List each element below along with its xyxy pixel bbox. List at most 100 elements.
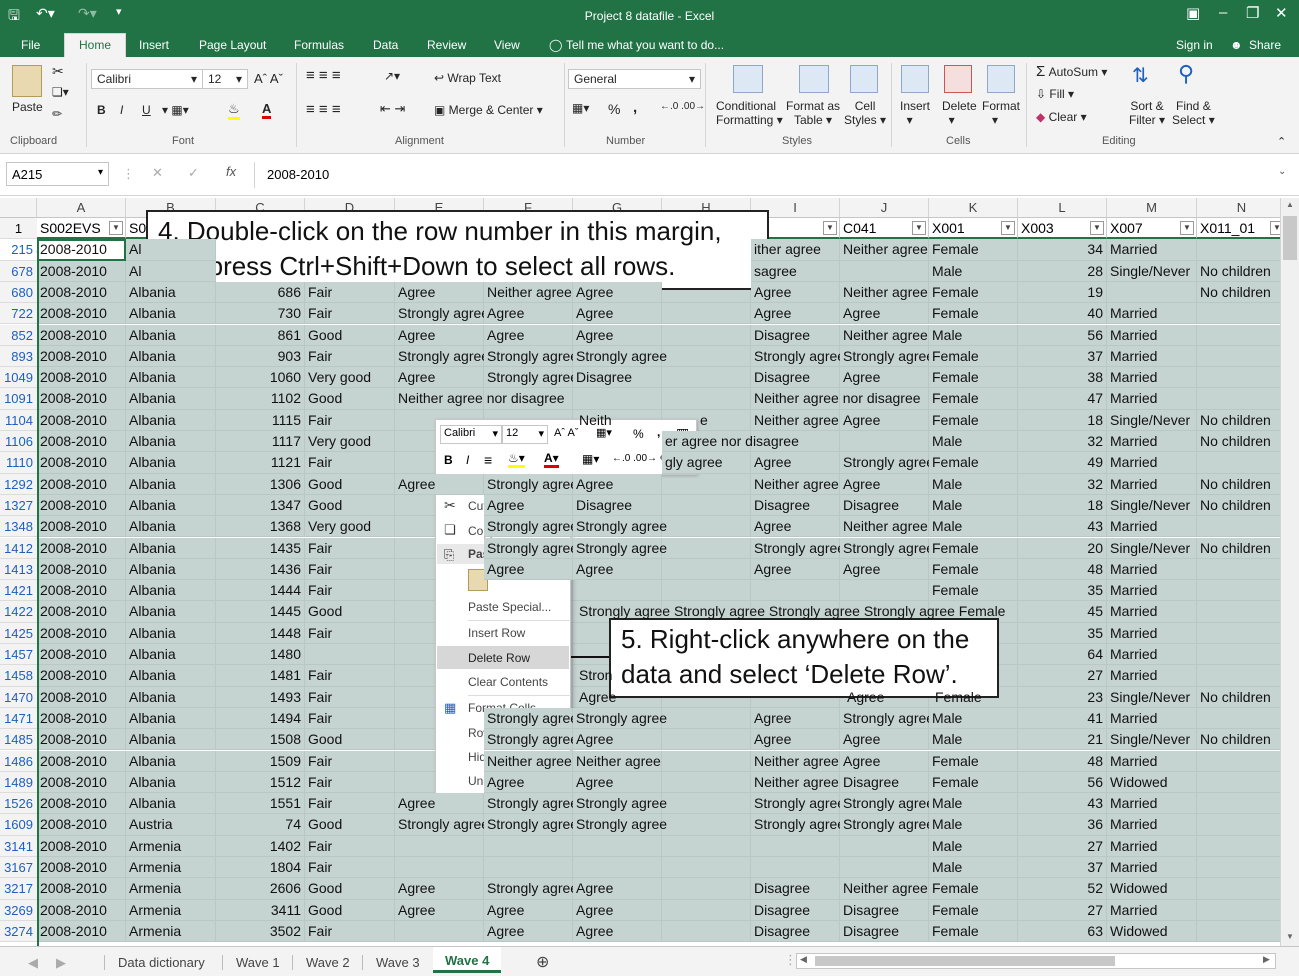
find-select-button[interactable]: Find & Select ▾ xyxy=(1172,99,1215,127)
mini-font-grow-icon[interactable]: Aˆ Aˇ xyxy=(554,427,578,439)
copy-icon[interactable]: ❏▾ xyxy=(52,85,69,99)
table-cell[interactable]: 1060 xyxy=(216,367,305,389)
table-cell[interactable]: Female xyxy=(929,920,1018,943)
table-cell[interactable]: Neither agree xyxy=(840,239,929,261)
table-cell[interactable]: Female xyxy=(929,452,1018,474)
table-cell[interactable] xyxy=(484,835,573,857)
scroll-right-icon[interactable]: ▶ xyxy=(1263,954,1270,965)
table-cell[interactable] xyxy=(1197,580,1280,602)
table-cell[interactable]: Married xyxy=(1107,899,1197,921)
table-cell[interactable]: Disagree xyxy=(573,494,662,517)
table-cell[interactable]: Albania xyxy=(126,473,216,495)
table-cell[interactable]: Married xyxy=(1107,473,1197,495)
table-cell[interactable]: Albania xyxy=(126,388,216,410)
table-cell[interactable]: Agree xyxy=(573,878,662,900)
table-cell[interactable]: 2008-2010 xyxy=(37,580,126,602)
table-cell[interactable]: No children xyxy=(1197,281,1280,304)
fill-color-icon[interactable]: ♨ xyxy=(228,101,240,120)
table-cell[interactable]: Disagree xyxy=(840,899,929,921)
table-cell[interactable] xyxy=(573,580,662,602)
table-cell[interactable]: Agree xyxy=(484,558,573,581)
table-cell[interactable] xyxy=(1197,239,1280,261)
table-cell[interactable]: Male xyxy=(929,494,1018,517)
row-number[interactable]: 1470 xyxy=(0,686,37,708)
table-cell[interactable]: Strongly agree xyxy=(573,707,667,730)
table-cell[interactable]: Male xyxy=(929,260,1018,282)
table-cell[interactable]: Agree xyxy=(573,281,662,304)
table-cell[interactable] xyxy=(662,878,751,900)
table-cell[interactable]: 2606 xyxy=(216,878,305,900)
table-cell[interactable] xyxy=(573,388,662,410)
formula-input[interactable]: 2008-2010 xyxy=(254,162,1294,188)
row-number[interactable]: 1421 xyxy=(0,580,37,602)
table-cell[interactable] xyxy=(573,835,662,857)
scroll-left-icon[interactable]: ◀ xyxy=(800,954,807,965)
table-cell[interactable]: 3502 xyxy=(216,920,305,943)
table-cell[interactable]: Married xyxy=(1107,239,1197,261)
table-cell[interactable]: 37 xyxy=(1018,857,1107,879)
table-cell[interactable]: Strongly agree xyxy=(395,814,489,836)
table-cell[interactable]: Albania xyxy=(126,324,216,346)
table-cell[interactable]: 2008-2010 xyxy=(37,409,126,431)
scroll-up-icon[interactable]: ▲ xyxy=(1286,200,1294,209)
table-cell[interactable]: Agree xyxy=(840,473,929,495)
table-cell[interactable]: Agree xyxy=(573,303,662,325)
table-cell[interactable]: Strongly agree xyxy=(484,345,578,368)
insert-cells-icon[interactable] xyxy=(901,65,929,93)
table-cell[interactable]: 2008-2010 xyxy=(37,857,126,879)
table-cell[interactable]: Austria xyxy=(126,814,216,836)
table-cell[interactable]: 2008-2010 xyxy=(37,920,126,943)
font-color-icon[interactable]: A xyxy=(262,101,272,119)
table-cell[interactable]: Albania xyxy=(126,686,216,708)
table-cell[interactable]: Neither agree xyxy=(484,750,573,772)
row-number[interactable]: 215 xyxy=(0,239,37,261)
table-cell[interactable]: 1494 xyxy=(216,707,305,730)
table-cell[interactable]: 18 xyxy=(1018,409,1107,431)
table-cell[interactable] xyxy=(662,345,751,368)
table-cell[interactable] xyxy=(662,835,751,857)
row-number[interactable]: 1422 xyxy=(0,601,37,623)
table-cell[interactable] xyxy=(662,750,751,772)
table-cell[interactable]: Male xyxy=(929,516,1018,538)
table-cell[interactable]: No children xyxy=(1197,431,1280,453)
table-cell[interactable]: Agree xyxy=(573,771,662,794)
table-cell[interactable] xyxy=(840,857,929,879)
table-cell[interactable]: 35 xyxy=(1018,580,1107,602)
decimal-icon[interactable]: ←.0 .00→ xyxy=(660,101,705,112)
table-cell[interactable]: Armenia xyxy=(126,899,216,921)
filter-dropdown-icon[interactable]: ▼ xyxy=(1180,221,1194,235)
column-header-a[interactable]: A xyxy=(37,198,126,218)
format-painter-icon[interactable]: ✏ xyxy=(52,107,62,121)
table-cell[interactable]: Strongly agree xyxy=(840,345,934,368)
table-cell[interactable]: Agree xyxy=(751,452,840,474)
table-cell[interactable] xyxy=(1197,516,1280,538)
table-cell[interactable] xyxy=(840,260,929,282)
table-cell[interactable]: Armenia xyxy=(126,835,216,857)
table-cell[interactable] xyxy=(1107,281,1197,304)
table-cell[interactable]: 2008-2010 xyxy=(37,558,126,581)
table-cell[interactable]: 2008-2010 xyxy=(37,516,126,538)
table-cell[interactable]: Fair xyxy=(305,281,395,304)
table-cell[interactable] xyxy=(662,388,751,410)
table-cell[interactable]: Married xyxy=(1107,516,1197,538)
table-cell[interactable] xyxy=(840,835,929,857)
table-cell[interactable] xyxy=(1197,771,1280,794)
table-cell[interactable]: Neither agree xyxy=(484,281,573,304)
table-cell[interactable]: Agree xyxy=(840,367,929,389)
row-number[interactable]: 1104 xyxy=(0,409,37,431)
table-cell[interactable]: Female xyxy=(929,771,1018,794)
table-cell[interactable]: 1444 xyxy=(216,580,305,602)
filter-header-cell[interactable]: X003 ▼ xyxy=(1018,218,1107,240)
table-cell[interactable] xyxy=(1197,303,1280,325)
table-cell[interactable]: 47 xyxy=(1018,388,1107,410)
table-cell[interactable]: 34 xyxy=(1018,239,1107,261)
table-cell[interactable]: Female xyxy=(929,580,1018,602)
table-cell[interactable]: Single/Never xyxy=(1107,260,1197,282)
table-cell[interactable] xyxy=(662,558,751,581)
tab-file[interactable]: File xyxy=(21,38,40,52)
row-number[interactable]: 1471 xyxy=(0,707,37,730)
table-cell[interactable] xyxy=(1197,622,1280,644)
table-cell[interactable] xyxy=(1197,857,1280,879)
table-cell[interactable]: Married xyxy=(1107,814,1197,836)
table-cell[interactable] xyxy=(1197,558,1280,581)
